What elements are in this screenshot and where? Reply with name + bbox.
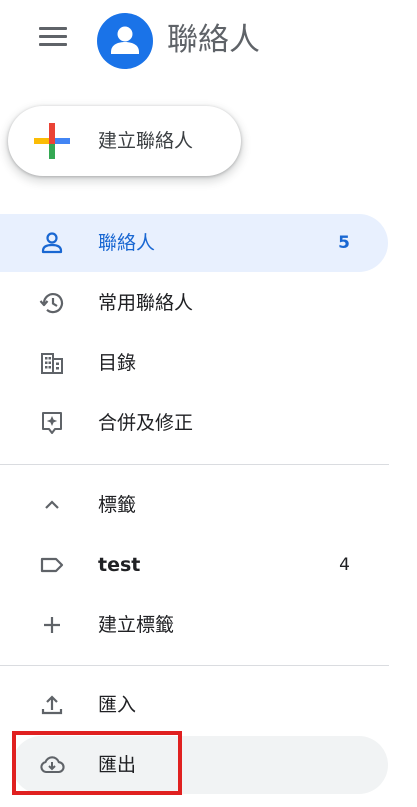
nav-item-label: 合併及修正	[98, 412, 194, 434]
menu-icon-bar	[39, 27, 67, 30]
nav-item-label: 常用聯絡人	[98, 292, 194, 314]
person-icon	[41, 232, 63, 254]
create-contact-button[interactable]: 建立聯絡人	[8, 106, 241, 176]
labels-section-toggle[interactable]: 標籤	[0, 476, 388, 534]
plus-icon	[44, 617, 60, 633]
nav-item-merge-fix[interactable]: 合併及修正	[0, 394, 388, 452]
history-icon	[39, 293, 64, 314]
plus-colored-icon	[34, 123, 70, 159]
contacts-logo-icon	[97, 13, 153, 69]
create-label-text: 建立標籤	[98, 614, 175, 636]
contacts-count-badge: 5	[338, 233, 350, 253]
nav-item-label: 目錄	[98, 352, 137, 374]
create-label-button[interactable]: 建立標籤	[0, 596, 388, 654]
label-count-badge: 4	[339, 555, 350, 575]
app-title: 聯絡人	[167, 22, 260, 58]
export-button[interactable]: 匯出	[12, 736, 388, 794]
cloud-download-icon	[40, 756, 65, 774]
create-contact-label: 建立聯絡人	[98, 130, 194, 152]
nav-item-label: test	[98, 554, 141, 576]
merge-sparkle-icon	[42, 412, 62, 434]
import-button[interactable]: 匯入	[0, 676, 388, 734]
app-header: 聯絡人	[0, 0, 417, 82]
divider	[0, 665, 389, 666]
menu-icon-bar	[39, 35, 67, 38]
nav-item-label: 聯絡人	[98, 232, 156, 254]
label-tag-icon	[40, 557, 64, 573]
menu-icon-bar	[39, 43, 67, 46]
building-icon	[41, 353, 63, 374]
import-label: 匯入	[98, 694, 137, 716]
nav-item-directory[interactable]: 目錄	[0, 334, 388, 392]
upload-icon	[41, 695, 63, 715]
export-label: 匯出	[98, 754, 137, 776]
nav-item-frequent[interactable]: 常用聯絡人	[0, 274, 388, 332]
chevron-up-icon	[45, 500, 59, 509]
nav-item-contacts[interactable]: 聯絡人 5	[0, 214, 388, 272]
divider	[0, 464, 389, 465]
labels-section-header: 標籤	[98, 494, 137, 516]
nav-item-label-test[interactable]: test 4	[0, 536, 388, 594]
main-menu-button[interactable]	[36, 24, 70, 48]
